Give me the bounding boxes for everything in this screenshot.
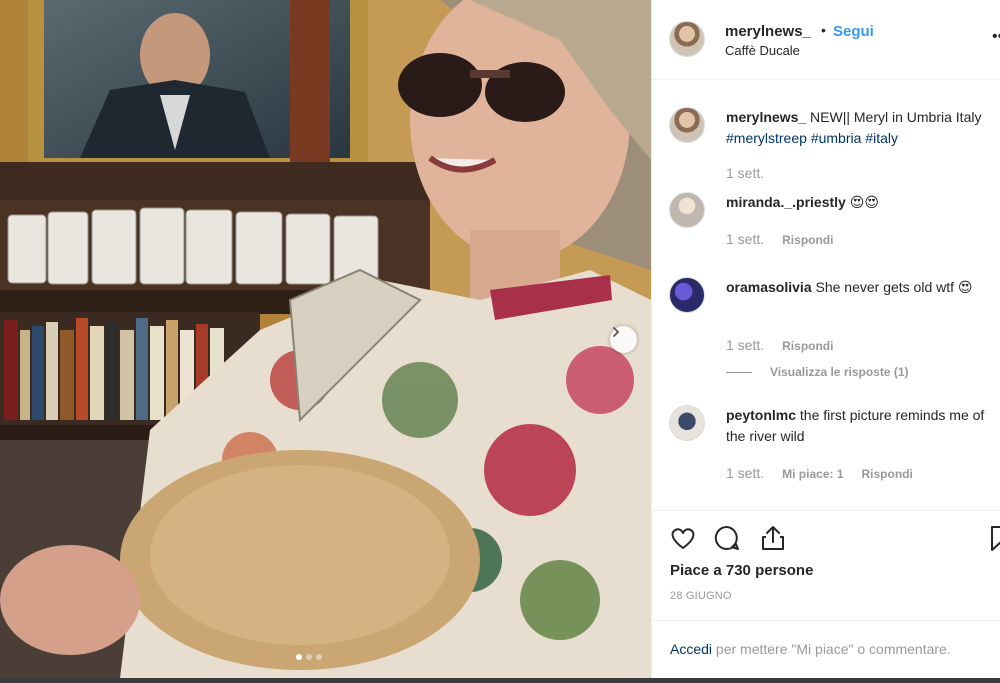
timestamp[interactable]: 1 sett. <box>726 337 764 353</box>
comment-icon[interactable] <box>712 523 742 553</box>
heart-icon[interactable] <box>668 523 698 553</box>
post-header: merylnews_ • Segui Caffè Ducale •• <box>652 0 1000 80</box>
comment-meta: 1 sett. Mi piace: 1 Rispondi <box>726 465 913 481</box>
follow-button[interactable]: Segui <box>833 23 874 40</box>
caption-meta: 1 sett. <box>726 165 764 181</box>
caption-body: NEW|| Meryl in Umbria Italy <box>806 109 982 125</box>
comment-likes-count[interactable]: Mi piace: 1 <box>782 467 843 481</box>
avatar[interactable] <box>669 277 705 313</box>
login-text: Accedi per mettere "Mi piace" o commenta… <box>670 641 951 657</box>
comment-username[interactable]: miranda._.priestly <box>726 194 846 210</box>
login-rest: per mettere "Mi piace" o commentare. <box>712 641 951 657</box>
avatar[interactable] <box>669 107 705 143</box>
window-bottom-edge <box>0 678 1000 683</box>
separator-dot: • <box>821 22 826 38</box>
reply-button[interactable]: Rispondi <box>782 233 833 247</box>
hashtag-link[interactable]: #umbria <box>811 130 862 146</box>
timestamp[interactable]: 1 sett. <box>726 231 764 247</box>
comment-username[interactable]: peytonlmc <box>726 407 796 423</box>
comment-text: peytonlmc the first picture reminds me o… <box>726 405 1000 447</box>
comment-meta: 1 sett. Rispondi <box>726 337 833 353</box>
hashtag-link[interactable]: #italy <box>865 130 898 146</box>
reply-button[interactable]: Rispondi <box>782 339 833 353</box>
avatar[interactable] <box>669 192 705 228</box>
header-username[interactable]: merylnews_ <box>725 23 811 40</box>
location-link[interactable]: Caffè Ducale <box>725 43 800 58</box>
comment-text: miranda._.priestly 😍😍 <box>726 192 1000 213</box>
bookmark-icon[interactable] <box>986 523 1000 553</box>
comment-body: She never gets old wtf 😍 <box>811 279 973 295</box>
caption-text: merylnews_ NEW|| Meryl in Umbria Italy #… <box>726 107 1000 149</box>
hashtag-link[interactable]: #merylstreep <box>726 130 807 146</box>
caption-username[interactable]: merylnews_ <box>726 109 806 125</box>
avatar[interactable] <box>669 405 705 441</box>
more-options-icon[interactable]: •• <box>992 28 1000 46</box>
login-link[interactable]: Accedi <box>670 641 712 657</box>
divider <box>726 371 752 373</box>
post-photo[interactable] <box>0 0 651 678</box>
carousel-dot <box>306 654 312 660</box>
reply-button[interactable]: Rispondi <box>862 467 913 481</box>
view-replies-button[interactable]: Visualizza le risposte (1) <box>726 365 909 379</box>
post-date[interactable]: 28 GIUGNO <box>670 590 732 602</box>
next-photo-button[interactable] <box>610 326 637 353</box>
comment-body: 😍😍 <box>845 194 879 210</box>
share-icon[interactable] <box>758 523 788 553</box>
comment-text: oramasolivia She never gets old wtf 😍 <box>726 277 1000 298</box>
post-side-panel: merylnews_ • Segui Caffè Ducale •• meryl… <box>651 0 1000 678</box>
view-replies-label[interactable]: Visualizza le risposte (1) <box>770 365 909 379</box>
photo-illustration <box>0 0 651 678</box>
comment-username[interactable]: oramasolivia <box>726 279 812 295</box>
timestamp[interactable]: 1 sett. <box>726 465 764 481</box>
chevron-right-icon <box>613 327 620 337</box>
comments-list: merylnews_ NEW|| Meryl in Umbria Italy #… <box>652 80 1000 510</box>
carousel-indicator <box>296 654 322 660</box>
carousel-dot <box>316 654 322 660</box>
likes-count[interactable]: Piace a 730 persone <box>670 562 813 579</box>
comment-meta: 1 sett. Rispondi <box>726 231 833 247</box>
timestamp[interactable]: 1 sett. <box>726 165 764 181</box>
carousel-dot-active <box>296 654 302 660</box>
avatar[interactable] <box>669 21 705 57</box>
post-actions: Piace a 730 persone 28 GIUGNO <box>652 510 1000 620</box>
login-prompt: Accedi per mettere "Mi piace" o commenta… <box>652 620 1000 678</box>
